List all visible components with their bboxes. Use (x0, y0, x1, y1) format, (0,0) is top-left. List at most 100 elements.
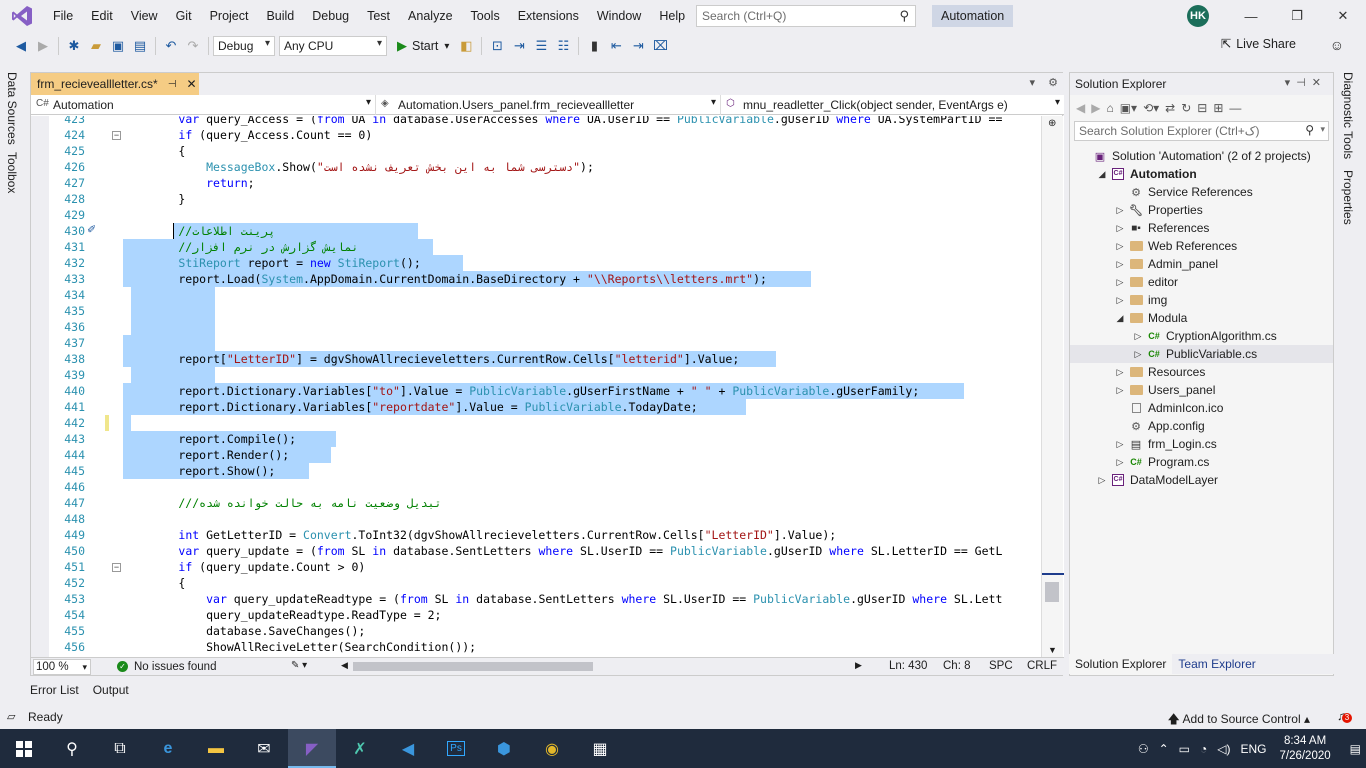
menu-analyze[interactable]: Analyze (399, 0, 461, 32)
clear-bookmarks-icon[interactable]: ⌧ (649, 35, 671, 57)
code-line[interactable]: 426 MessageBox.Show("دسترسی شما به این ب… (31, 159, 1041, 175)
scroll-thumb[interactable] (1045, 582, 1059, 602)
open-folder-icon[interactable]: ▰ (85, 35, 107, 57)
collapsed-arrow-icon[interactable]: ▷ (1114, 457, 1126, 468)
tree-node[interactable]: ▷ Web References (1070, 237, 1333, 255)
tree-node[interactable]: ⚙ Service References (1070, 183, 1333, 201)
comment-icon[interactable]: ☰ (530, 35, 552, 57)
code-line[interactable]: 449 int GetLetterID = Convert.ToInt32(dg… (31, 527, 1041, 543)
code-line[interactable]: 427 return; (31, 175, 1041, 191)
edge-icon[interactable]: e (144, 729, 192, 768)
show-all-files-icon[interactable]: ⊞ (1213, 101, 1223, 115)
expanded-arrow-icon[interactable]: ◢ (1096, 169, 1108, 180)
tree-node[interactable]: ▷ C# PublicVariable.cs (1070, 345, 1333, 363)
chevron-up-icon[interactable]: ⌃ (1159, 742, 1169, 756)
code-line[interactable]: 438 report["LetterID"] = dgvShowAllrecie… (31, 351, 1041, 367)
tree-node[interactable]: ▷ C# Program.cs (1070, 453, 1333, 471)
gear-icon[interactable]: ⚙ (1048, 77, 1058, 89)
zoom-select[interactable]: 100 % (33, 658, 91, 675)
code-area[interactable]: 423 var query_Access = (from UA in datab… (31, 116, 1064, 657)
collapsed-arrow-icon[interactable]: ▷ (1114, 295, 1126, 306)
member-nav-select[interactable]: ⬡ mnu_readletter_Click(object sender, Ev… (721, 95, 1064, 115)
save-all-icon[interactable]: ▤ (129, 35, 151, 57)
tree-node[interactable]: AdminIcon.ico (1070, 399, 1333, 417)
back-icon[interactable]: ◀ (1076, 101, 1085, 115)
collapsed-arrow-icon[interactable]: ▷ (1096, 475, 1108, 486)
code-line[interactable]: 456 ShowAllReciveLetter(SearchCondition(… (31, 639, 1041, 655)
history-icon[interactable]: ⟲▾ (1143, 101, 1159, 115)
tree-node[interactable]: ▣ Solution 'Automation' (2 of 2 projects) (1070, 147, 1333, 165)
code-line[interactable]: 455 database.SaveChanges(); (31, 623, 1041, 639)
code-line[interactable]: 441 report.Dictionary.Variables["reportd… (31, 399, 1041, 415)
forward-icon[interactable]: ▶ (32, 35, 54, 57)
code-line[interactable]: 429 (31, 207, 1041, 223)
split-icon[interactable]: ⊕ (1048, 118, 1056, 129)
code-line[interactable]: 446 (31, 479, 1041, 495)
language-indicator[interactable]: ENG (1240, 742, 1266, 756)
code-line[interactable]: 425 { (31, 143, 1041, 159)
menu-extensions[interactable]: Extensions (509, 0, 588, 32)
menu-tools[interactable]: Tools (462, 0, 509, 32)
brush-icon[interactable]: ✎ ▾ (291, 660, 307, 671)
visual-studio-taskbar-icon[interactable]: ◤ (288, 729, 336, 768)
expanded-arrow-icon[interactable]: ◢ (1114, 313, 1126, 324)
tree-node[interactable]: ▷ ■▪ References (1070, 219, 1333, 237)
uncomment-icon[interactable]: ☷ (552, 35, 574, 57)
minimize-icon[interactable]: — (1228, 0, 1274, 32)
toolbox-tab[interactable]: Toolbox (5, 152, 19, 193)
code-line[interactable]: 431 //نمایش گزارش در نرم افزار (31, 239, 1041, 255)
people-icon[interactable]: ⚇ (1138, 742, 1149, 756)
code-line[interactable]: 423 var query_Access = (from UA in datab… (31, 116, 1041, 127)
search-box[interactable]: Search (Ctrl+Q) ⚲ (696, 5, 916, 27)
start-button[interactable]: ▶ Start ▾ (397, 38, 449, 54)
collapsed-arrow-icon[interactable]: ▷ (1114, 205, 1126, 216)
user-avatar[interactable]: HK (1187, 5, 1209, 27)
new-project-icon[interactable]: ✱ (63, 35, 85, 57)
code-line[interactable]: 450 var query_update = (from SL in datab… (31, 543, 1041, 559)
redo-icon[interactable]: ↷ (182, 35, 204, 57)
menu-view[interactable]: View (122, 0, 167, 32)
menu-help[interactable]: Help (650, 0, 694, 32)
tree-node[interactable]: ▷ img (1070, 291, 1333, 309)
menu-project[interactable]: Project (201, 0, 258, 32)
tree-node[interactable]: ▷ ▤ frm_Login.cs (1070, 435, 1333, 453)
volume-icon[interactable]: ◁) (1217, 742, 1230, 756)
code-line[interactable]: 443 report.Compile(); (31, 431, 1041, 447)
pin-icon[interactable]: ⊣ (168, 79, 177, 90)
file-explorer-icon[interactable]: ▬ (192, 729, 240, 768)
code-line[interactable]: 448 (31, 511, 1041, 527)
save-icon[interactable]: ▣ (107, 35, 129, 57)
tree-node[interactable]: ▷ Users_panel (1070, 381, 1333, 399)
collapsed-arrow-icon[interactable]: ▷ (1114, 241, 1126, 252)
diagnostic-tools-tab[interactable]: Diagnostic Tools (1341, 72, 1355, 159)
browser-link-icon[interactable]: ⊡ (486, 35, 508, 57)
collapsed-arrow-icon[interactable]: ▷ (1114, 367, 1126, 378)
menu-build[interactable]: Build (257, 0, 303, 32)
code-line[interactable]: 452 { (31, 575, 1041, 591)
undo-icon[interactable]: ↶ (160, 35, 182, 57)
wifi-icon[interactable]: ◔ (1200, 742, 1207, 756)
issues-indicator[interactable]: ✓ No issues found (117, 661, 216, 673)
properties-icon[interactable]: — (1229, 101, 1241, 115)
menu-file[interactable]: File (44, 0, 82, 32)
feedback-icon[interactable]: ☺ (1330, 37, 1344, 53)
tree-node[interactable]: ▷ C# CryptionAlgorithm.cs (1070, 327, 1333, 345)
collapsed-arrow-icon[interactable]: ▷ (1114, 385, 1126, 396)
tab-error-list[interactable]: Error List (30, 683, 79, 697)
sync-icon[interactable]: ⇄ (1165, 101, 1175, 115)
notifications-button[interactable]: ♫ 3 (1337, 709, 1352, 723)
solution-configuration-select[interactable]: Debug (213, 36, 275, 56)
collapsed-arrow-icon[interactable]: ▷ (1132, 331, 1144, 342)
collapse-all-icon[interactable]: ⊟ (1197, 101, 1207, 115)
data-sources-tab[interactable]: Data Sources (5, 72, 19, 145)
menu-edit[interactable]: Edit (82, 0, 122, 32)
code-line[interactable]: 434 (31, 287, 1041, 303)
tab-solution-explorer[interactable]: Solution Explorer (1069, 654, 1173, 674)
bookmark-icon[interactable]: ▮ (583, 35, 605, 57)
tree-node[interactable]: ▷ Resources (1070, 363, 1333, 381)
dropdown-icon[interactable]: ▾ (1285, 77, 1297, 89)
collapsed-arrow-icon[interactable]: ▷ (1114, 223, 1126, 234)
tree-node[interactable]: ▷ editor (1070, 273, 1333, 291)
chevron-down-icon[interactable]: ▾ (444, 41, 449, 52)
shield-icon[interactable]: ⬢ (480, 729, 528, 768)
